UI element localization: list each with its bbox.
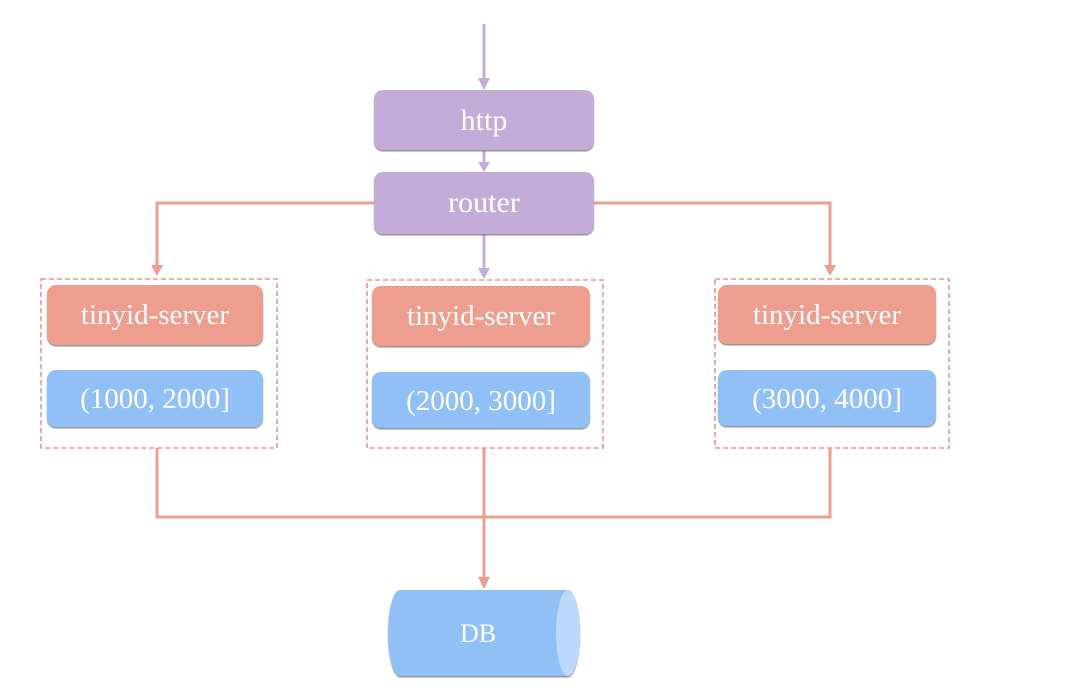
- id-range-2-node[interactable]: (2000, 3000]: [372, 372, 590, 428]
- server-group-3: tinyid-server (3000, 4000]: [714, 278, 950, 449]
- router-to-server-3-connector: [594, 201, 836, 276]
- http-label: http: [461, 104, 508, 137]
- http-to-router-arrow: [478, 150, 490, 172]
- server-group-2: tinyid-server (2000, 3000]: [366, 279, 604, 449]
- server-group-1: tinyid-server (1000, 2000]: [40, 278, 278, 449]
- id-range-1-node[interactable]: (1000, 2000]: [47, 370, 263, 427]
- id-range-2-label: (2000, 3000]: [406, 385, 556, 417]
- id-range-3-node[interactable]: (3000, 4000]: [718, 370, 936, 426]
- http-node[interactable]: http: [374, 90, 594, 150]
- router-node[interactable]: router: [374, 172, 594, 234]
- router-label: router: [448, 186, 520, 219]
- tinyid-server-3-node[interactable]: tinyid-server: [718, 285, 936, 344]
- router-to-server-1-connector: [151, 201, 374, 276]
- db-node[interactable]: DB: [388, 590, 580, 676]
- tinyid-server-2-label: tinyid-server: [407, 300, 556, 332]
- id-range-1-label: (1000, 2000]: [80, 383, 230, 415]
- router-to-server-2-arrow: [478, 234, 490, 279]
- architecture-diagram: http router tinyid-server (1000, 2000] t…: [40, 24, 950, 676]
- incoming-arrow: [478, 24, 490, 90]
- db-cylinder-cap: [556, 590, 580, 676]
- db-label: DB: [460, 619, 496, 648]
- tinyid-server-3-label: tinyid-server: [753, 299, 902, 331]
- servers-to-db-bus: [155, 448, 832, 589]
- tinyid-server-1-node[interactable]: tinyid-server: [47, 285, 263, 345]
- tinyid-server-1-label: tinyid-server: [81, 299, 230, 331]
- tinyid-server-2-node[interactable]: tinyid-server: [372, 286, 590, 346]
- id-range-3-label: (3000, 4000]: [752, 383, 902, 415]
